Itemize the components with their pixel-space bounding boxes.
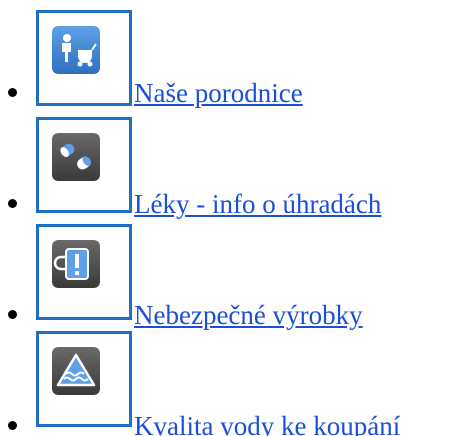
bullet <box>8 421 17 430</box>
list-item-nebezpecne: Nebezpečné výrobky <box>0 218 455 330</box>
link-leky-info[interactable]: Léky - info o úhradách <box>134 189 381 219</box>
pills-icon <box>52 133 100 181</box>
link-nebezpecne-vyrobky[interactable]: Nebezpečné výrobky <box>134 300 363 330</box>
link-kvalita-vody[interactable]: Kvalita vody ke koupání <box>134 411 400 436</box>
icon-link-leky[interactable] <box>36 117 132 213</box>
maternity-icon <box>52 26 100 74</box>
dangerous-product-icon <box>52 240 100 288</box>
water-warning-icon <box>52 347 100 395</box>
list-item-porodnice: Naše porodnice <box>0 0 455 109</box>
list-item-kvalita-vody: Kvalita vody ke koupání <box>0 327 455 436</box>
list-item-leky: Léky - info o úhradách <box>0 109 455 219</box>
icon-link-porodnice[interactable] <box>36 10 132 106</box>
icon-link-nebezpecne[interactable] <box>36 224 132 320</box>
bullet <box>8 88 17 97</box>
link-nase-porodnice[interactable]: Naše porodnice <box>134 78 303 108</box>
bullet <box>8 199 17 208</box>
bullet <box>8 310 17 319</box>
icon-link-kvalita-vody[interactable] <box>36 331 132 427</box>
